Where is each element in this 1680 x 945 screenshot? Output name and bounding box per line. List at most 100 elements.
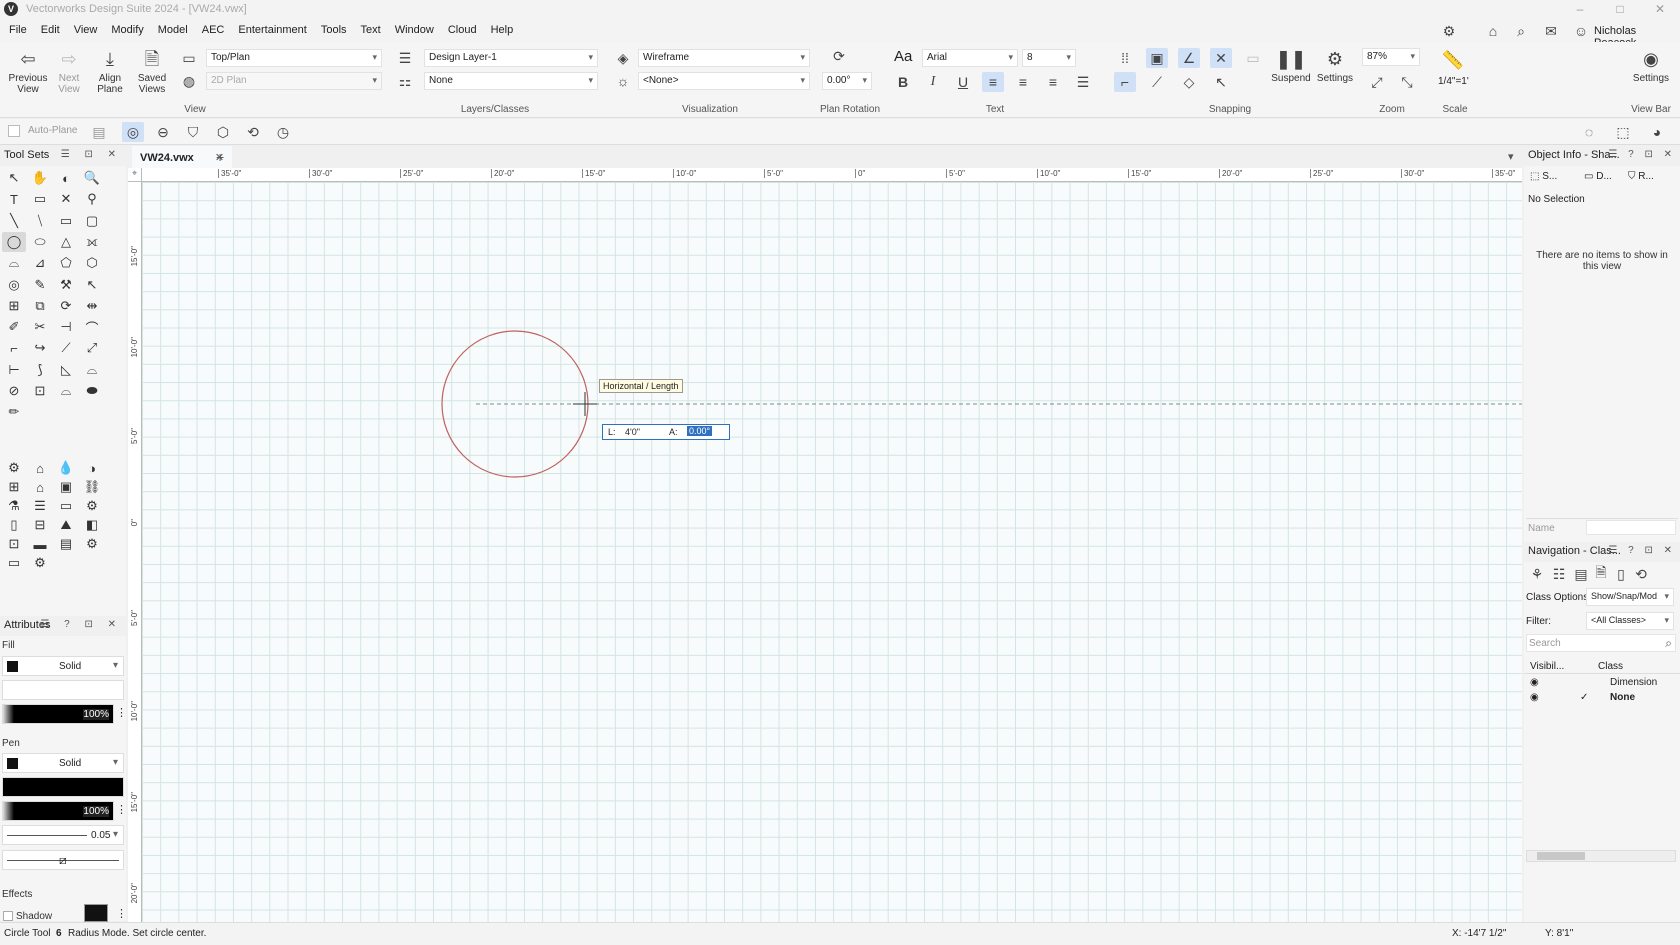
align-center-icon[interactable]: ≡ bbox=[1012, 72, 1034, 92]
trim-tool-icon[interactable]: ✐ bbox=[2, 317, 26, 337]
menu-help[interactable]: Help bbox=[484, 20, 521, 40]
plan-rotation-icon[interactable]: ⟳ bbox=[828, 46, 850, 66]
snap-tangent-icon[interactable]: ⟋ bbox=[1146, 72, 1168, 92]
line-tool-icon[interactable]: ╲ bbox=[2, 211, 26, 231]
layer-icon[interactable]: ☰ bbox=[394, 48, 416, 68]
regular-polygon-tool-icon[interactable]: ⬡ bbox=[80, 253, 104, 273]
views-icon[interactable]: 🗎 bbox=[1590, 564, 1612, 584]
render-globe-icon[interactable]: ◕ bbox=[1646, 122, 1668, 142]
callout-tool-icon[interactable]: ▭ bbox=[28, 189, 52, 209]
menu-modify[interactable]: Modify bbox=[104, 20, 150, 40]
line-weight-select[interactable]: 0.05 ▾ bbox=[2, 825, 124, 845]
toolset-6-icon[interactable]: ⌂ bbox=[28, 477, 52, 497]
locus-tool-icon[interactable]: ⚲ bbox=[80, 189, 104, 209]
no-entry-tool-icon[interactable]: ⊘ bbox=[2, 381, 26, 401]
toolset-5-icon[interactable]: ⊞ bbox=[2, 477, 26, 497]
rotate-tool-icon[interactable]: ⟳ bbox=[54, 296, 78, 316]
previous-view-button[interactable]: ⇦ Previous View bbox=[6, 48, 50, 96]
spiral-tool-icon[interactable]: ◎ bbox=[2, 275, 26, 295]
data-tab[interactable]: ▭ D... bbox=[1584, 171, 1612, 182]
ruler-icon[interactable]: 📏 bbox=[1442, 50, 1464, 70]
plan-rotation-field[interactable]: 0.00° bbox=[822, 72, 872, 90]
pen-style-select[interactable]: Solid ▾ bbox=[2, 753, 124, 773]
italic-button[interactable]: I bbox=[922, 72, 944, 92]
move-tool-icon[interactable]: ⇹ bbox=[80, 296, 104, 316]
more-options-icon[interactable]: ⋮ bbox=[116, 907, 127, 920]
line-style-select[interactable]: ⧄ bbox=[2, 850, 124, 870]
menu-tools[interactable]: Tools bbox=[314, 20, 354, 40]
snap-surface-icon[interactable]: ◇ bbox=[1178, 72, 1200, 92]
layers-icon[interactable]: ☷ bbox=[1548, 564, 1570, 584]
fill-opacity-bar[interactable]: 100% bbox=[2, 704, 114, 724]
fit-to-objects-icon[interactable]: ⤢ bbox=[1366, 72, 1388, 92]
minimize-button[interactable]: – bbox=[1560, 0, 1600, 20]
user-icon[interactable]: ☺ bbox=[1570, 21, 1592, 41]
toolset-2-icon[interactable]: ⌂ bbox=[28, 458, 52, 478]
search-icon[interactable]: ⌕ bbox=[1665, 636, 1672, 651]
bold-button[interactable]: B bbox=[892, 72, 914, 92]
shield-icon[interactable]: ⛉ bbox=[182, 122, 204, 142]
mirror-tool-icon[interactable]: ⧉ bbox=[28, 296, 52, 316]
history-icon[interactable]: ⟲ bbox=[242, 122, 264, 142]
toolset-13-icon[interactable]: ▯ bbox=[2, 515, 26, 535]
chamfer-tool-icon[interactable]: ⌐ bbox=[2, 338, 26, 358]
split-tool-icon[interactable]: ✂ bbox=[28, 317, 52, 337]
circle-tool-icon[interactable]: ◯ bbox=[2, 231, 26, 252]
screen-plane-icon[interactable]: ◎ bbox=[122, 122, 144, 142]
layer-plane-icon[interactable]: ⊖ bbox=[152, 122, 174, 142]
arc-polygon-tool-icon[interactable]: ⌓ bbox=[2, 253, 26, 273]
polyline-tool-icon[interactable]: ⊿ bbox=[28, 253, 52, 273]
toolset-18-icon[interactable]: ▬ bbox=[28, 534, 52, 554]
rectangle-frame-tool-icon[interactable]: ⬬ bbox=[80, 381, 104, 401]
flyover-tool-icon[interactable]: ◐ bbox=[54, 168, 78, 188]
scrollbar-thumb[interactable] bbox=[1537, 852, 1585, 860]
palette-controls-icon[interactable]: ☰ ⊡ ✕ bbox=[61, 149, 122, 160]
snap-object-icon[interactable]: ▣ bbox=[1146, 48, 1168, 68]
drawing-canvas[interactable]: Horizontal / Length L: 4'0" A: 0.00° bbox=[142, 182, 1522, 922]
shape-tab[interactable]: ⬚ S... bbox=[1530, 171, 1557, 182]
toolset-7-icon[interactable]: ▣ bbox=[54, 477, 78, 497]
toolset-21-icon[interactable]: ▭ bbox=[2, 553, 26, 573]
toolset-22-icon[interactable]: ⚙ bbox=[28, 553, 52, 573]
render-mode-combo[interactable]: Wireframe bbox=[638, 49, 810, 67]
menu-edit[interactable]: Edit bbox=[34, 20, 67, 40]
suspend-snapping-button[interactable]: ❚❚ Suspend bbox=[1270, 48, 1312, 85]
auto-plane-checkbox[interactable] bbox=[8, 125, 20, 137]
toolset-1-icon[interactable]: ⚙ bbox=[2, 458, 26, 478]
eyedropper-tool-icon[interactable]: ✎ bbox=[28, 275, 52, 295]
toolset-11-icon[interactable]: ▭ bbox=[54, 496, 78, 516]
toolset-10-icon[interactable]: ☰ bbox=[28, 496, 52, 516]
ruler-origin-icon[interactable]: ⌖ bbox=[128, 168, 142, 182]
more-options-icon[interactable]: ⋮ bbox=[116, 706, 127, 719]
toolset-3-icon[interactable]: 💧 bbox=[54, 458, 78, 478]
snap-intersection-icon[interactable]: ✕ bbox=[1210, 48, 1232, 68]
snap-grid-icon[interactable]: ⁞⁞ bbox=[1114, 48, 1136, 68]
oval-tool-icon[interactable]: ⬭ bbox=[28, 232, 52, 252]
references-icon[interactable]: ▯ bbox=[1610, 564, 1632, 584]
class-row[interactable]: ◉ ✓ None bbox=[1524, 691, 1680, 706]
eye-icon[interactable]: ◉ bbox=[1530, 677, 1539, 688]
fill-style-select[interactable]: Solid ▾ bbox=[2, 656, 124, 676]
chevron-down-icon[interactable]: ▾ bbox=[1508, 150, 1514, 163]
toolset-15-icon[interactable]: ⛰ bbox=[54, 515, 78, 535]
layer-combo[interactable]: Design Layer-1 bbox=[424, 49, 598, 67]
delete-point-tool-icon[interactable]: ✕ bbox=[54, 189, 78, 209]
eye-icon[interactable]: ◉ bbox=[1530, 692, 1539, 703]
scale-value[interactable]: 1/4"=1' bbox=[1438, 76, 1469, 87]
offset-tool-icon[interactable]: ⊞ bbox=[2, 296, 26, 316]
menu-cloud[interactable]: Cloud bbox=[441, 20, 484, 40]
curve-tool-icon[interactable]: ⌓ bbox=[80, 360, 104, 380]
dimension-tool-icon[interactable]: ⊢ bbox=[2, 360, 26, 380]
toolset-19-icon[interactable]: ▤ bbox=[54, 534, 78, 554]
menu-entertainment[interactable]: Entertainment bbox=[231, 20, 313, 40]
fill-color-swatch[interactable] bbox=[7, 661, 18, 672]
palette-controls-icon[interactable]: ☰ ? ⊡ ✕ bbox=[1608, 149, 1676, 160]
align-left-icon[interactable]: ≡ bbox=[982, 72, 1004, 92]
frame-tool-icon[interactable]: ⊡ bbox=[28, 381, 52, 401]
pen-color-swatch[interactable] bbox=[7, 758, 18, 769]
extend-tool-icon[interactable]: ⟋ bbox=[54, 338, 78, 358]
angle-dim-tool-icon[interactable]: ⟆ bbox=[28, 360, 52, 380]
clip-tool-icon[interactable]: ⊣ bbox=[54, 317, 78, 337]
gem-icon[interactable]: ⬡ bbox=[212, 122, 234, 142]
menu-file[interactable]: File bbox=[2, 20, 34, 40]
